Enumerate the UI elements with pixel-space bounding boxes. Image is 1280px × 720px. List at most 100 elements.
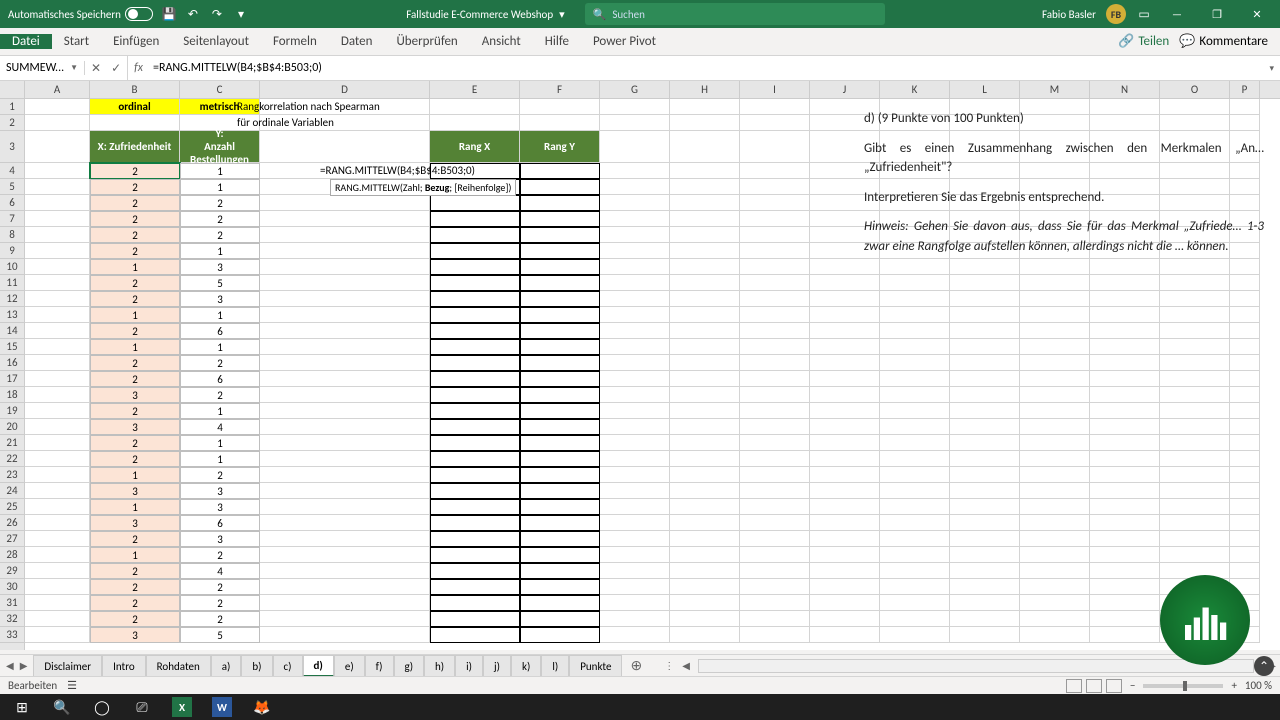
row-header-30[interactable]: 30 bbox=[0, 579, 24, 595]
cell-O25[interactable] bbox=[1160, 499, 1230, 515]
cell-P13[interactable] bbox=[1230, 307, 1260, 323]
cell-K15[interactable] bbox=[880, 339, 950, 355]
spreadsheet-grid[interactable]: ABCDEFGHIJKLMNOP 12345678910111213141516… bbox=[0, 81, 1280, 650]
cell-P24[interactable] bbox=[1230, 483, 1260, 499]
cell-D13[interactable] bbox=[260, 307, 430, 323]
cell-F21[interactable] bbox=[520, 435, 600, 451]
cell-C23[interactable]: 2 bbox=[180, 467, 260, 483]
cell-J25[interactable] bbox=[810, 499, 880, 515]
cell-I13[interactable] bbox=[740, 307, 810, 323]
toggle-switch[interactable] bbox=[125, 7, 153, 21]
cell-L31[interactable] bbox=[950, 595, 1020, 611]
cell-A9[interactable] bbox=[25, 243, 90, 259]
cell-F32[interactable] bbox=[520, 611, 600, 627]
cell-A22[interactable] bbox=[25, 451, 90, 467]
row-headers[interactable]: 1234567891011121314151617181920212223242… bbox=[0, 99, 25, 650]
cell-G24[interactable] bbox=[600, 483, 670, 499]
row-header-4[interactable]: 4 bbox=[0, 163, 24, 179]
col-header-H[interactable]: H bbox=[670, 81, 740, 98]
cell-L28[interactable] bbox=[950, 547, 1020, 563]
row-header-18[interactable]: 18 bbox=[0, 387, 24, 403]
cell-G13[interactable] bbox=[600, 307, 670, 323]
cell-B17[interactable]: 2 bbox=[90, 371, 180, 387]
cell-H6[interactable] bbox=[670, 195, 740, 211]
cell-M17[interactable] bbox=[1020, 371, 1090, 387]
cell-I22[interactable] bbox=[740, 451, 810, 467]
cell-A2[interactable] bbox=[25, 115, 90, 131]
page-break-icon[interactable] bbox=[1106, 679, 1122, 693]
cell-C9[interactable]: 1 bbox=[180, 243, 260, 259]
row-header-17[interactable]: 17 bbox=[0, 371, 24, 387]
cell-H11[interactable] bbox=[670, 275, 740, 291]
cell-F28[interactable] bbox=[520, 547, 600, 563]
minimize-button[interactable]: — bbox=[1162, 0, 1192, 28]
cell-E14[interactable] bbox=[430, 323, 520, 339]
sheet-tab-Disclaimer[interactable]: Disclaimer bbox=[33, 655, 102, 677]
cell-I2[interactable] bbox=[740, 115, 810, 131]
cell-J20[interactable] bbox=[810, 419, 880, 435]
row-header-19[interactable]: 19 bbox=[0, 403, 24, 419]
cell-L12[interactable] bbox=[950, 291, 1020, 307]
cell-L24[interactable] bbox=[950, 483, 1020, 499]
cell-H27[interactable] bbox=[670, 531, 740, 547]
cell-F13[interactable] bbox=[520, 307, 600, 323]
accept-formula-icon[interactable]: ✓ bbox=[111, 61, 121, 76]
row-header-11[interactable]: 11 bbox=[0, 275, 24, 291]
cell-M32[interactable] bbox=[1020, 611, 1090, 627]
cell-E19[interactable] bbox=[430, 403, 520, 419]
cell-L13[interactable] bbox=[950, 307, 1020, 323]
cell-E3[interactable]: Rang X bbox=[430, 131, 520, 163]
cell-J30[interactable] bbox=[810, 579, 880, 595]
cell-H8[interactable] bbox=[670, 227, 740, 243]
row-header-1[interactable]: 1 bbox=[0, 99, 24, 115]
cell-F12[interactable] bbox=[520, 291, 600, 307]
cell-N30[interactable] bbox=[1090, 579, 1160, 595]
cell-C29[interactable]: 4 bbox=[180, 563, 260, 579]
cell-D23[interactable] bbox=[260, 467, 430, 483]
cell-M11[interactable] bbox=[1020, 275, 1090, 291]
cell-A25[interactable] bbox=[25, 499, 90, 515]
cell-A5[interactable] bbox=[25, 179, 90, 195]
cell-D10[interactable] bbox=[260, 259, 430, 275]
cell-N22[interactable] bbox=[1090, 451, 1160, 467]
cell-G6[interactable] bbox=[600, 195, 670, 211]
cell-B8[interactable]: 2 bbox=[90, 227, 180, 243]
cell-A17[interactable] bbox=[25, 371, 90, 387]
row-header-31[interactable]: 31 bbox=[0, 595, 24, 611]
cell-N24[interactable] bbox=[1090, 483, 1160, 499]
accessibility-icon[interactable]: ☰ bbox=[67, 679, 77, 692]
cell-I10[interactable] bbox=[740, 259, 810, 275]
cell-C7[interactable]: 2 bbox=[180, 211, 260, 227]
cell-C18[interactable]: 2 bbox=[180, 387, 260, 403]
col-header-N[interactable]: N bbox=[1090, 81, 1160, 98]
cell-E15[interactable] bbox=[430, 339, 520, 355]
cell-L32[interactable] bbox=[950, 611, 1020, 627]
cell-A11[interactable] bbox=[25, 275, 90, 291]
cell-B20[interactable]: 3 bbox=[90, 419, 180, 435]
cell-C26[interactable]: 6 bbox=[180, 515, 260, 531]
cell-H17[interactable] bbox=[670, 371, 740, 387]
cell-I16[interactable] bbox=[740, 355, 810, 371]
ribbon-tab-start[interactable]: Start bbox=[52, 34, 101, 49]
cell-K13[interactable] bbox=[880, 307, 950, 323]
search-box[interactable]: 🔍 Suchen bbox=[585, 3, 885, 25]
cell-O18[interactable] bbox=[1160, 387, 1230, 403]
cell-E18[interactable] bbox=[430, 387, 520, 403]
start-button[interactable]: ⊞ bbox=[4, 694, 40, 720]
cell-N29[interactable] bbox=[1090, 563, 1160, 579]
cell-K31[interactable] bbox=[880, 595, 950, 611]
formula-input[interactable]: =RANG.MITTELW(B4;$B$4:B503;0) bbox=[149, 61, 1263, 75]
autosave-toggle[interactable]: Automatisches Speichern bbox=[8, 7, 153, 21]
cell-C8[interactable]: 2 bbox=[180, 227, 260, 243]
cell-G15[interactable] bbox=[600, 339, 670, 355]
cell-J27[interactable] bbox=[810, 531, 880, 547]
cell-I15[interactable] bbox=[740, 339, 810, 355]
cell-K23[interactable] bbox=[880, 467, 950, 483]
row-header-3[interactable]: 3 bbox=[0, 131, 24, 163]
sheet-tab-i[interactable]: i) bbox=[455, 655, 483, 677]
col-header-I[interactable]: I bbox=[740, 81, 810, 98]
cell-F6[interactable] bbox=[520, 195, 600, 211]
cell-A14[interactable] bbox=[25, 323, 90, 339]
cell-M25[interactable] bbox=[1020, 499, 1090, 515]
cell-H26[interactable] bbox=[670, 515, 740, 531]
